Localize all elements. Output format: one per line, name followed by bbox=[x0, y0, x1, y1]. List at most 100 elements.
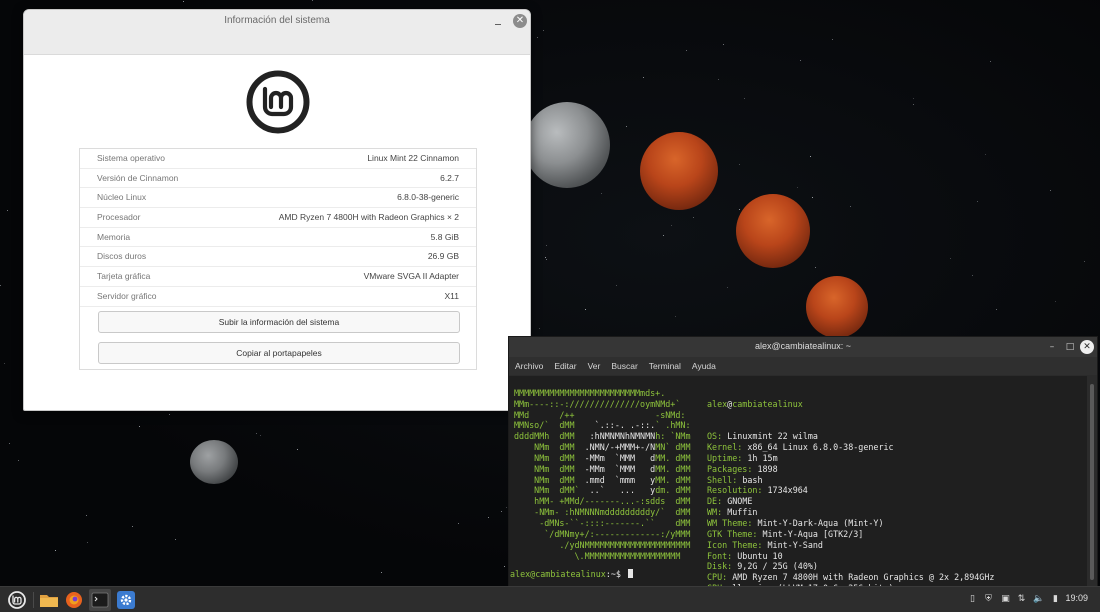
star bbox=[501, 511, 502, 512]
star bbox=[297, 449, 298, 450]
shield-icon[interactable]: ⛨ bbox=[983, 593, 994, 605]
star bbox=[616, 285, 617, 286]
terminal-titlebar[interactable]: alex@cambiatealinux: ~ – □ ✕ bbox=[509, 337, 1097, 357]
firefox-launcher[interactable] bbox=[63, 589, 85, 611]
star bbox=[797, 187, 798, 188]
info-value: VMware SVGA II Adapter bbox=[363, 271, 459, 282]
star bbox=[996, 309, 997, 310]
maximize-button[interactable]: □ bbox=[1063, 340, 1077, 354]
star bbox=[950, 258, 951, 259]
menu-button[interactable] bbox=[6, 589, 28, 611]
shell-prompt[interactable]: alex@cambiatealinux:~$ bbox=[510, 569, 633, 580]
info-row: Procesador AMD Ryzen 7 4800H with Radeon … bbox=[80, 208, 476, 228]
clock[interactable]: 19:09 bbox=[1065, 593, 1088, 603]
star bbox=[977, 201, 978, 202]
star bbox=[0, 285, 1, 286]
terminal-output[interactable]: MMMMMMMMMMMMMMMMMMMMMMMMMmds+. MMm----::-… bbox=[509, 376, 1089, 586]
neofetch-value: x86_64 Linux 6.8.0-38-generic bbox=[747, 442, 894, 453]
star bbox=[55, 550, 56, 551]
close-button[interactable]: ✕ bbox=[513, 14, 527, 28]
info-row: Versión de Cinnamon 6.2.7 bbox=[80, 169, 476, 189]
info-label: Versión de Cinnamon bbox=[97, 172, 179, 183]
scrollbar-thumb[interactable] bbox=[1090, 384, 1094, 580]
neofetch-value: Mint-Y-Aqua [GTK2/3] bbox=[762, 528, 864, 539]
terminal-launcher[interactable] bbox=[89, 589, 111, 611]
star bbox=[671, 225, 672, 226]
mint-ascii-art: MMMMMMMMMMMMMMMMMMMMMMMMMmds+. MMm----::-… bbox=[514, 377, 690, 561]
neofetch-key: WM Theme bbox=[707, 517, 748, 528]
red-moon bbox=[736, 194, 810, 268]
red-moon bbox=[806, 276, 868, 338]
neofetch-line: Resolution: 1734x964 bbox=[707, 485, 808, 496]
star bbox=[812, 197, 813, 198]
neofetch-key: Icon Theme bbox=[707, 539, 758, 550]
star bbox=[643, 77, 644, 78]
upload-system-info-button[interactable]: Subir la información del sistema bbox=[98, 311, 460, 333]
red-moon bbox=[640, 132, 718, 210]
info-value: 5.8 GiB bbox=[430, 231, 459, 242]
star bbox=[585, 309, 586, 310]
neofetch-line: Icon Theme: Mint-Y-Sand bbox=[707, 539, 823, 550]
neofetch-line: OS: Linuxmint 22 wilma bbox=[707, 431, 818, 442]
menu-item-buscar[interactable]: Buscar bbox=[611, 361, 637, 371]
neofetch-key: Font bbox=[707, 550, 728, 561]
window-titlebar[interactable]: Información del sistema ✕ bbox=[24, 10, 530, 55]
info-label: Sistema operativo bbox=[97, 153, 166, 163]
neofetch-line: CPU: AMD Ryzen 7 4800H with Radeon Graph… bbox=[707, 572, 995, 583]
star bbox=[458, 523, 459, 524]
firefox-icon bbox=[66, 592, 82, 608]
ascii-line: -NMm- :hNMNNNmdddddddddy/` dMM bbox=[514, 507, 691, 518]
star bbox=[18, 460, 19, 461]
neofetch-key: Uptime bbox=[707, 452, 738, 463]
ascii-line: ddddMMh dMM :hNMNMNhNMNMNh: `NMm bbox=[514, 431, 691, 442]
network-icon[interactable]: ▣ bbox=[1000, 593, 1011, 605]
star bbox=[850, 206, 851, 207]
star bbox=[506, 507, 507, 508]
star bbox=[972, 275, 973, 276]
menu-item-ayuda[interactable]: Ayuda bbox=[692, 361, 716, 371]
star bbox=[256, 433, 257, 434]
info-row: Servidor gráfico X11 bbox=[80, 287, 476, 307]
info-row: Discos duros 26.9 GB bbox=[80, 247, 476, 268]
taskbar-panel: ▯ ⛨ ▣ ⇅ 🔈 ▮ 19:09 bbox=[0, 586, 1100, 612]
neofetch-key: Resolution bbox=[707, 485, 758, 496]
neofetch-value: 1898 bbox=[757, 463, 778, 474]
update-icon[interactable]: ⇅ bbox=[1016, 593, 1027, 605]
star bbox=[381, 572, 382, 573]
star bbox=[260, 435, 261, 436]
volume-icon[interactable]: 🔈 bbox=[1033, 593, 1044, 605]
system-settings-launcher[interactable] bbox=[115, 589, 137, 611]
star bbox=[800, 60, 801, 61]
clipboard-icon[interactable]: ▯ bbox=[967, 593, 978, 605]
ascii-line: MMm----::-://////////////oymNMd+` bbox=[514, 398, 681, 409]
star bbox=[1050, 190, 1051, 191]
star bbox=[9, 443, 10, 444]
menu-item-ver[interactable]: Ver bbox=[588, 361, 601, 371]
terminal-scrollbar[interactable] bbox=[1087, 376, 1097, 586]
minimize-button[interactable]: – bbox=[1045, 340, 1059, 354]
info-label: Procesador bbox=[97, 212, 141, 223]
files-launcher[interactable] bbox=[38, 589, 60, 611]
star bbox=[985, 154, 986, 155]
neofetch-line: WM: Muffin bbox=[707, 507, 758, 518]
info-row: Memoria 5.8 GiB bbox=[80, 228, 476, 248]
copy-to-clipboard-button[interactable]: Copiar al portapapeles bbox=[98, 342, 460, 364]
menu-item-terminal[interactable]: Terminal bbox=[649, 361, 681, 371]
star bbox=[727, 287, 728, 288]
star bbox=[537, 37, 538, 38]
close-button[interactable]: ✕ bbox=[1080, 340, 1094, 354]
ascii-line: NMm dMM -MMm `MMM dMM. dMM bbox=[514, 463, 691, 474]
info-value: 26.9 GB bbox=[427, 251, 459, 262]
neofetch-line: Disk: 9,2G / 25G (40%) bbox=[707, 561, 818, 572]
neofetch-user: alex bbox=[707, 398, 728, 409]
star bbox=[175, 539, 176, 540]
grey-moon bbox=[524, 102, 610, 188]
terminal-title: alex@cambiatealinux: ~ bbox=[755, 341, 851, 351]
minimize-button[interactable] bbox=[492, 15, 504, 27]
info-value: X11 bbox=[444, 290, 460, 301]
menu-item-editar[interactable]: Editar bbox=[554, 361, 576, 371]
menu-item-archivo[interactable]: Archivo bbox=[515, 361, 543, 371]
battery-icon[interactable]: ▮ bbox=[1050, 593, 1061, 605]
star bbox=[744, 98, 745, 99]
neofetch-key: Disk bbox=[707, 561, 728, 572]
